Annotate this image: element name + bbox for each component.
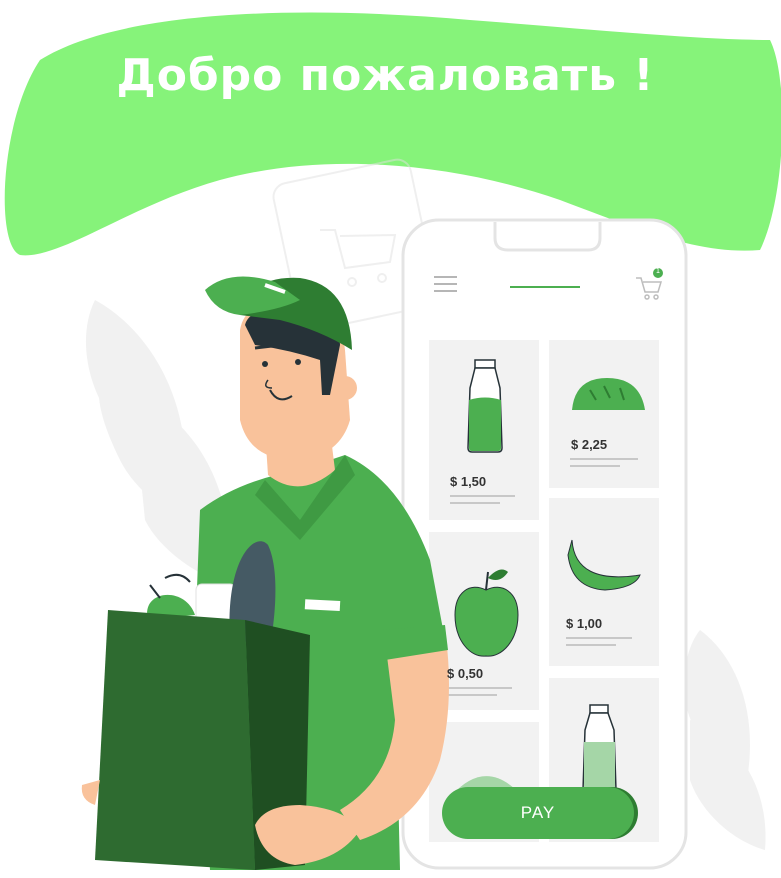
price-apple: $ 0,50 [447, 666, 484, 681]
phone-mockup [401, 218, 688, 870]
delivery-illustration [81, 158, 766, 870]
price-banana: $ 1,00 [566, 616, 603, 631]
cart-badge-count: 1 [655, 267, 661, 275]
price-milk-bottle: $ 1,50 [450, 474, 487, 489]
milk-bottle-image [467, 359, 503, 453]
price-bread: $ 2,25 [571, 437, 608, 452]
pay-button[interactable]: PAY [442, 787, 634, 839]
